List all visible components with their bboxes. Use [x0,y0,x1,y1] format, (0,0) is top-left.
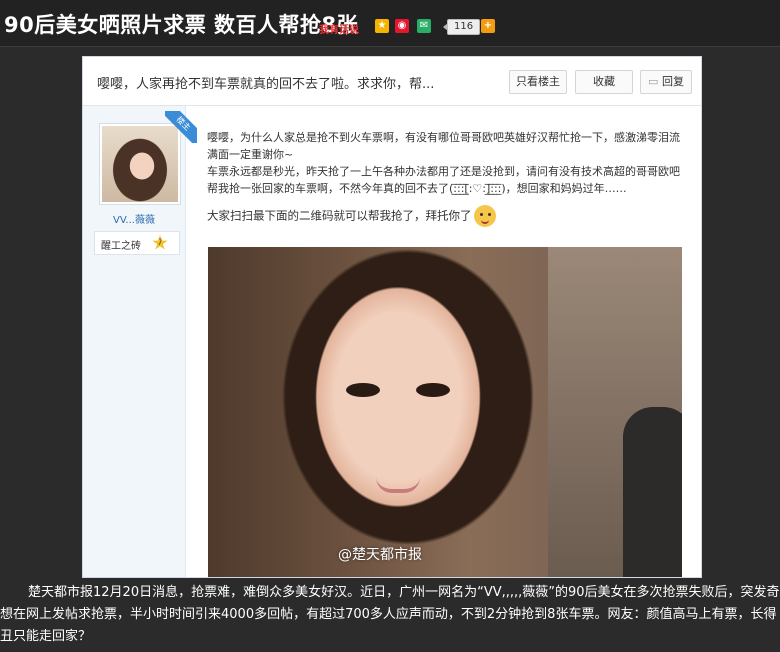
favorite-button[interactable]: 收藏 [575,70,633,94]
share-count-badge: 116 [442,19,481,35]
article-header: 90后美女晒照片求票 数百人帮抢8张 我有话说 ★ ◉ ✉ 116 + [0,0,780,47]
author-sidebar: VV...薇薇 醒工之砖 7 [83,106,186,577]
reply-label: 回复 [661,75,684,88]
page-title: 90后美女晒照片求票 数百人帮抢8张 [4,13,359,37]
pleading-emoji-icon [473,205,496,227]
thread-header: 嘤嘤，人家再抢不到车票就真的回不去了啦。求求你，帮... 只看楼主 收藏 ▭ 回… [83,57,701,106]
post-paragraph: 大家扫扫最下面的二维码就可以帮我抢了，拜托你了 [207,205,687,227]
post-paragraph: 车票永远都是秒光，昨天抢了一上午各种办法都用了还是没抢到，请问有没有技术高超的哥… [207,165,680,195]
qzone-icon[interactable]: ★ [375,19,389,33]
forum-post-card: 嘤嘤，人家再抢不到车票就真的回不去了啦。求求你，帮... 只看楼主 收藏 ▭ 回… [82,56,702,578]
thread-title: 嘤嘤，人家再抢不到车票就真的回不去了啦。求求你，帮... [97,77,435,92]
author-rank: 醒工之砖 7 [94,231,180,255]
more-share-icon[interactable]: + [481,19,495,33]
only-op-button[interactable]: 只看楼主 [509,70,567,94]
comment-link[interactable]: 我有话说 [319,21,359,36]
article-caption: 楚天都市报12月20日消息，抢票难，难倒众多美女好汉。近日，广州一网名为“VV,… [0,585,780,644]
selfie-photo: @楚天都市报 [208,247,682,577]
op-tag: 楼主 [165,111,197,143]
post-content: 嘤嘤，为什么人家总是抢不到火车票啊，有没有哪位哥哥欧吧英雄好汉帮忙抢一下，感激涕… [207,129,687,227]
photo-watermark: @楚天都市报 [338,547,422,563]
rank-title: 醒工之砖 [101,241,141,252]
wechat-icon[interactable]: ✉ [417,19,431,33]
author-name[interactable]: VV...薇薇 [83,211,185,226]
weibo-icon[interactable]: ◉ [395,19,409,33]
rank-level-badge: 7 [152,235,168,250]
post-paragraph: 嘤嘤，为什么人家总是抢不到火车票啊，有没有哪位哥哥欧吧英雄好汉帮忙抢一下，感激涕… [207,131,680,161]
reply-button[interactable]: ▭ 回复 [640,70,692,94]
reply-icon: ▭ [648,75,659,88]
